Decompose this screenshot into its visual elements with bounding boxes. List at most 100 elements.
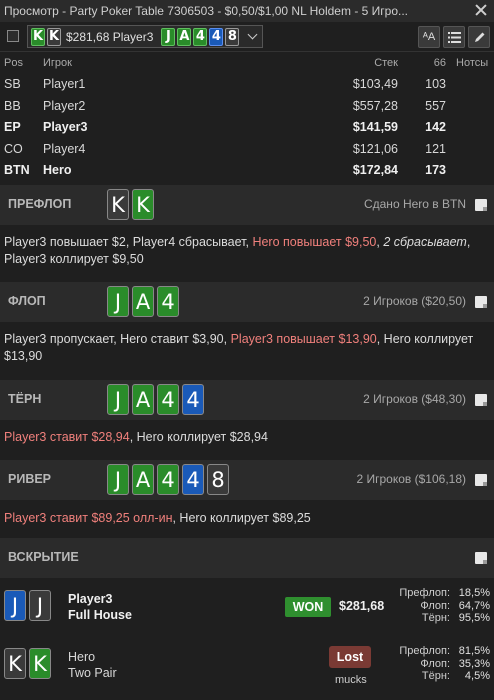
board-card: J (107, 384, 129, 415)
hole-card: J (4, 590, 26, 621)
player-name: Player2 (43, 98, 86, 113)
header-notes[interactable]: Нотсы (456, 57, 488, 69)
note-icon[interactable] (475, 199, 487, 211)
action-text: Player3 пропускает, Hero ставит $3,90, (4, 332, 231, 346)
board-card: 4 (157, 464, 179, 495)
player-pos: BTN (4, 163, 30, 177)
player-name: Player4 (43, 141, 86, 156)
board-card: A (132, 286, 154, 317)
player-stack: $557,28 (352, 98, 398, 113)
player-stack: $103,49 (352, 77, 398, 91)
hole-card: K (47, 27, 61, 46)
window-title: Просмотр - Party Poker Table 7306503 - $… (4, 4, 409, 18)
showdown-player-row: JJ Player3 Full House WON $281,68 Префло… (0, 578, 494, 634)
street-actions-preflop: Player3 повышает $2, Player4 сбрасывает,… (4, 234, 490, 268)
street-info: 2 Игроков ($48,30) (363, 392, 466, 406)
board-card: 4 (157, 384, 179, 415)
note-icon[interactable] (475, 394, 487, 406)
street-name: ТЁРН (8, 392, 42, 406)
street-flop: ФЛОП JA4 2 Игроков ($20,50) (0, 282, 494, 322)
action-text: Hero повышает $9,50 (252, 235, 377, 249)
street-actions-river: Player3 ставит $89,25 олл-ин, Hero колли… (4, 510, 490, 527)
table-row[interactable]: SB Player1 $103,49 103 (0, 74, 494, 96)
board-card: 4 (209, 27, 224, 46)
player-name: Hero (43, 163, 72, 177)
board-card: 4 (193, 27, 208, 46)
board-card: J (107, 464, 129, 495)
board-card: A (132, 384, 154, 415)
player-pos: CO (4, 141, 23, 156)
street-cards: JA44 (107, 384, 204, 415)
header-pos[interactable]: Pos (4, 57, 23, 69)
player-name: Player3 (68, 592, 113, 606)
hole-card: K (4, 648, 26, 679)
board-card: K (107, 189, 129, 220)
street-info: Сдано Hero в BTN (363, 197, 466, 211)
header-player[interactable]: Игрок (43, 57, 72, 69)
street-cards: JA448 (107, 464, 229, 495)
equity-value: 95,5% (458, 612, 490, 624)
equity-row: Префлоп: 18,5% (399, 587, 490, 600)
note-icon[interactable] (475, 552, 487, 564)
player-name: Hero (68, 650, 96, 664)
equity-value: 18,5% (458, 587, 490, 599)
select-checkbox[interactable] (7, 30, 19, 42)
street-name: ФЛОП (8, 294, 46, 308)
street-actions-flop: Player3 пропускает, Hero ставит $3,90, P… (4, 331, 490, 365)
player-hand: Full House (68, 608, 132, 622)
board-card: J (161, 27, 176, 46)
note-icon[interactable] (475, 474, 487, 486)
player-stat: 173 (425, 163, 446, 177)
table-row[interactable]: EP Player3 $141,59 142 (0, 117, 494, 139)
title-bar: Просмотр - Party Poker Table 7306503 - $… (0, 0, 494, 22)
equity-label: Тёрн: (421, 670, 450, 682)
equity-list: Префлоп: 81,5% Флоп: 35,3% Тёрн: 4,5% (399, 645, 490, 683)
board-card: 4 (182, 384, 204, 415)
action-text: Player3 повышает $2, Player4 сбрасывает, (4, 235, 253, 249)
won-badge: WON (285, 597, 331, 617)
table-row[interactable]: BB Player2 $557,28 557 (0, 96, 494, 118)
equity-value: 4,5% (464, 670, 490, 682)
equity-value: 64,7% (458, 599, 490, 612)
lost-badge: Lost (329, 646, 371, 668)
showdown-title: ВСКРЫТИЕ (8, 550, 79, 564)
table-header: Pos Игрок Стек 66 Нотсы (0, 54, 494, 74)
action-text: 2 сбрасывает (383, 235, 467, 249)
hand-stake-player: $281,68 Player3 (66, 29, 154, 44)
toolbar: K K $281,68 Player3 J A 4 4 8 ᴬA (0, 22, 494, 52)
chevron-down-icon (247, 29, 258, 40)
edit-button[interactable] (468, 26, 490, 48)
action-text: Player3 ставит $89,25 олл-ин (4, 511, 173, 525)
action-text: , Hero коллирует $89,25 (172, 511, 311, 525)
player-stat: 142 (425, 120, 446, 134)
hole-card: K (29, 648, 51, 679)
showdown-player-row: KK Hero Two Pair Lost mucks Префлоп: 81,5… (0, 636, 494, 692)
close-icon[interactable] (474, 3, 488, 17)
equity-row: Флоп: 35,3% (399, 658, 490, 671)
action-text: Player3 повышает $13,90 (230, 332, 377, 346)
showdown-player-info: Player3 Full House (68, 591, 132, 623)
street-name: ПРЕФЛОП (8, 197, 72, 211)
street-info: 2 Игроков ($20,50) (363, 294, 466, 308)
equity-label: Флоп: (420, 657, 450, 670)
table-row[interactable]: CO Player4 $121,06 121 (0, 139, 494, 161)
equity-row: Тёрн: 95,5% (399, 612, 490, 625)
player-stack: $141,59 (352, 120, 398, 134)
table-row[interactable]: BTN Hero $172,84 173 (0, 160, 494, 182)
font-size-button[interactable]: ᴬA (418, 26, 440, 48)
board-card: A (132, 464, 154, 495)
board-card: A (177, 27, 192, 46)
hand-selector-dropdown[interactable]: K K $281,68 Player3 J A 4 4 8 (27, 25, 263, 48)
header-stack[interactable]: Стек (374, 57, 398, 69)
list-view-button[interactable] (443, 26, 465, 48)
street-cards: KK (107, 189, 154, 220)
showdown-player-info: Hero Two Pair (68, 649, 117, 681)
board-card: K (132, 189, 154, 220)
player-name: Player3 (43, 120, 88, 134)
mucks-label: mucks (335, 674, 367, 686)
player-stack: $172,84 (352, 163, 398, 177)
header-stat[interactable]: 66 (434, 57, 446, 69)
board-card: 8 (225, 27, 240, 46)
equity-list: Префлоп: 18,5% Флоп: 64,7% Тёрн: 95,5% (399, 587, 490, 625)
note-icon[interactable] (475, 296, 487, 308)
